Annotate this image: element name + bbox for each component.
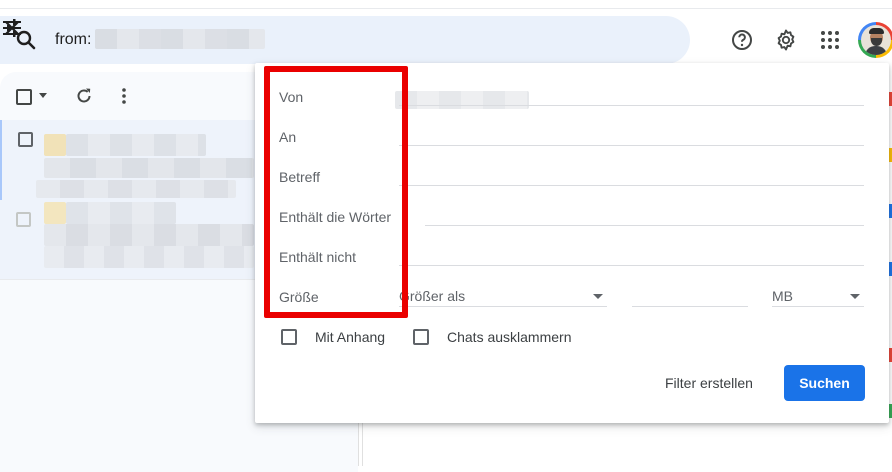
search-button[interactable]: Suchen — [784, 365, 865, 401]
account-avatar[interactable] — [858, 22, 892, 58]
redacted-content — [44, 224, 254, 246]
redacted-sender — [95, 29, 265, 49]
search-bar[interactable]: from: — [0, 16, 690, 64]
size-comparison-value: Größer als — [399, 288, 466, 304]
chevron-down-icon — [850, 294, 860, 299]
chevron-down-icon — [593, 294, 603, 299]
annotation-highlight-box — [264, 66, 408, 318]
avatar-photo — [861, 25, 891, 55]
row-checkbox[interactable] — [16, 212, 31, 227]
apps-grid-icon[interactable] — [818, 28, 842, 52]
to-input[interactable] — [399, 145, 864, 146]
redacted-content — [66, 202, 176, 224]
redacted-content — [44, 202, 66, 224]
redacted-content — [66, 134, 206, 156]
doesnt-have-input[interactable] — [399, 265, 864, 266]
create-filter-button[interactable]: Filter erstellen — [665, 374, 753, 392]
has-words-input[interactable] — [425, 225, 864, 226]
size-unit-value: MB — [772, 288, 793, 304]
size-unit-underline — [772, 306, 864, 307]
search-options-icon[interactable] — [0, 16, 24, 40]
redacted-from-value[interactable] — [395, 91, 529, 109]
search-query[interactable]: from: — [55, 30, 91, 50]
chevron-down-icon[interactable] — [39, 93, 47, 98]
redacted-content — [44, 134, 66, 156]
has-attachment-label[interactable]: Mit Anhang — [315, 328, 385, 346]
refresh-icon[interactable] — [74, 86, 94, 106]
more-vert-icon[interactable] — [114, 86, 134, 106]
top-divider — [0, 8, 892, 9]
from-input[interactable] — [399, 105, 864, 106]
exclude-chats-checkbox[interactable] — [413, 329, 429, 345]
help-icon[interactable] — [730, 28, 754, 52]
size-select-underline — [399, 306, 607, 307]
redacted-content — [44, 158, 254, 178]
select-all-checkbox[interactable] — [16, 89, 32, 105]
size-comparison-select[interactable]: Größer als — [399, 288, 607, 308]
subject-input[interactable] — [399, 185, 864, 186]
size-unit-select[interactable]: MB — [772, 288, 864, 308]
size-value-input[interactable] — [632, 306, 748, 307]
redacted-content — [44, 246, 254, 268]
exclude-chats-label[interactable]: Chats ausklammern — [447, 328, 572, 346]
has-attachment-checkbox[interactable] — [281, 329, 297, 345]
gear-icon[interactable] — [774, 28, 798, 52]
redacted-content — [36, 180, 236, 198]
row-checkbox[interactable] — [18, 132, 33, 147]
